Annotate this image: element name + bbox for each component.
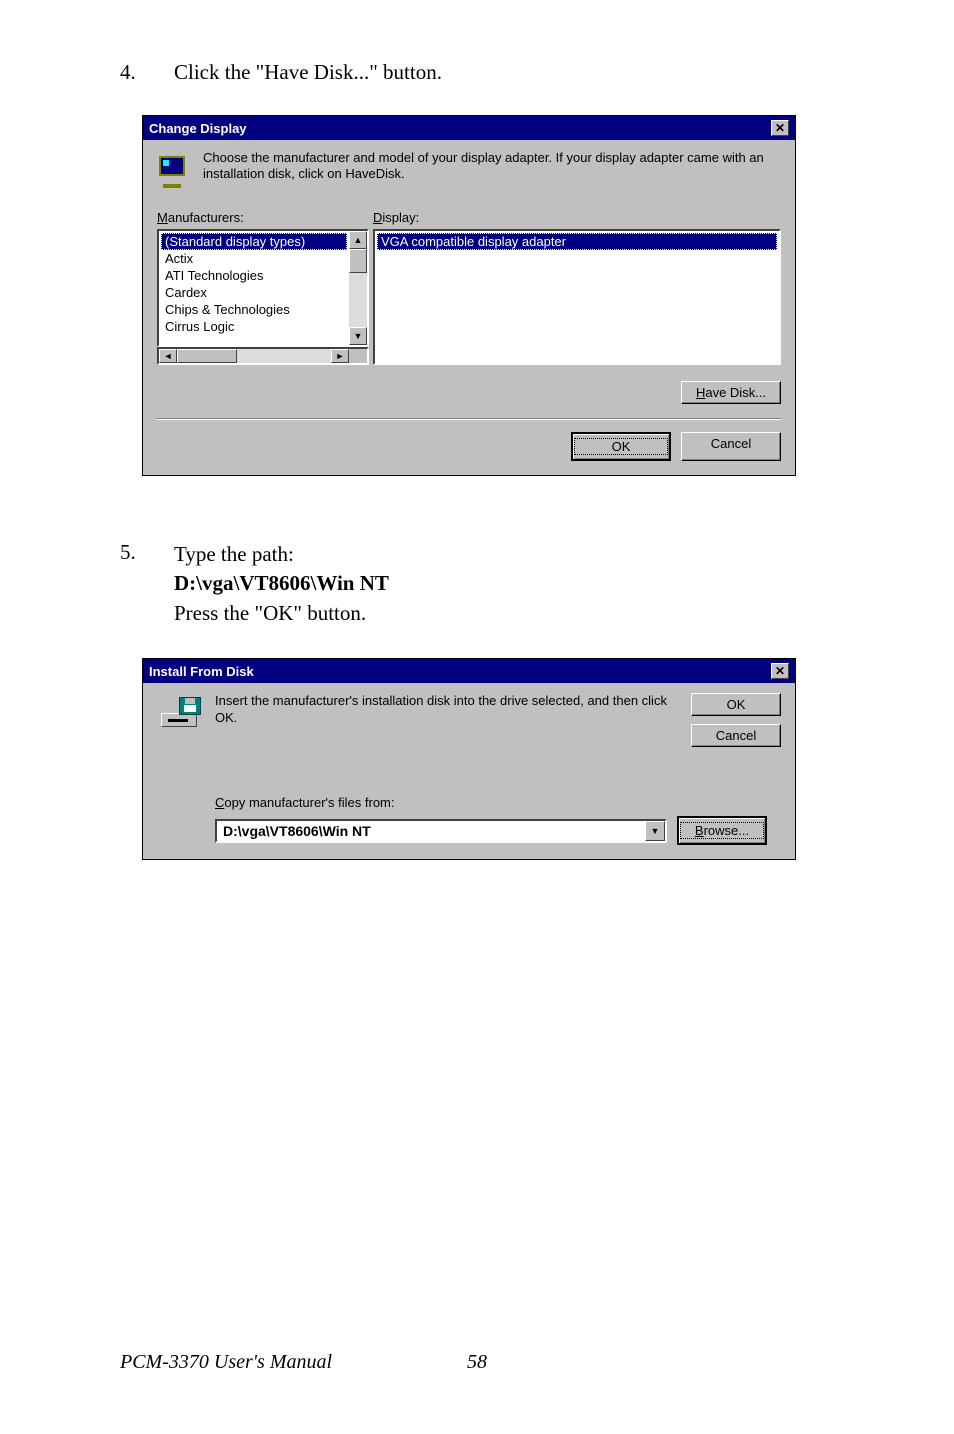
footer-page-number: 58 <box>467 1351 487 1374</box>
display-label: Display: <box>373 210 419 225</box>
ok-button[interactable]: OK <box>691 693 781 716</box>
ok-label: OK <box>573 437 669 456</box>
change-display-title: Change Display <box>149 121 247 136</box>
scroll-up-icon[interactable]: ▲ <box>349 231 367 249</box>
change-display-intro: Choose the manufacturer and model of you… <box>203 150 781 183</box>
manufacturers-label: Manufacturers: <box>157 210 373 225</box>
list-item[interactable]: Cirrus Logic <box>161 318 347 335</box>
scroll-down-icon[interactable]: ▼ <box>349 327 367 345</box>
floppy-disk-icon <box>161 697 201 727</box>
change-display-dialog: Change Display ✕ Choose the manufacturer… <box>142 115 796 476</box>
ok-button[interactable]: OK <box>571 432 671 461</box>
path-input[interactable] <box>217 821 645 841</box>
scroll-right-icon[interactable]: ► <box>331 349 349 363</box>
path-combobox[interactable]: ▼ <box>215 819 667 843</box>
step-4-number: 4. <box>120 60 138 85</box>
manufacturers-listbox[interactable]: (Standard display types) Actix ATI Techn… <box>157 229 369 365</box>
list-item[interactable]: (Standard display types) <box>161 233 347 250</box>
list-item[interactable]: Cardex <box>161 284 347 301</box>
list-item[interactable]: Actix <box>161 250 347 267</box>
scroll-left-icon[interactable]: ◄ <box>159 349 177 363</box>
step-4: 4. Click the "Have Disk..." button. <box>120 60 834 85</box>
list-item[interactable]: VGA compatible display adapter <box>377 233 777 250</box>
install-from-disk-intro: Insert the manufacturer's installation d… <box>215 693 677 727</box>
page-footer: PCM-3370 User's Manual 58 <box>120 1351 834 1374</box>
cancel-button[interactable]: Cancel <box>681 432 781 461</box>
ok-label: OK <box>727 697 746 712</box>
display-listbox[interactable]: VGA compatible display adapter <box>373 229 781 365</box>
cancel-label: Cancel <box>716 728 756 743</box>
step-5: 5. Type the path: D:\vga\VT8606\Win NT P… <box>120 540 834 628</box>
vertical-scrollbar[interactable]: ▲ ▼ <box>349 231 367 345</box>
install-from-disk-titlebar: Install From Disk ✕ <box>143 659 795 683</box>
list-item[interactable]: Chips & Technologies <box>161 301 347 318</box>
install-from-disk-dialog: Install From Disk ✕ Insert the manufactu… <box>142 658 796 860</box>
browse-button[interactable]: Browse... <box>677 816 767 845</box>
install-from-disk-title: Install From Disk <box>149 664 254 679</box>
have-disk-label: ave Disk... <box>705 385 766 400</box>
step-5-line1: Type the path: <box>174 542 294 566</box>
cancel-button[interactable]: Cancel <box>691 724 781 747</box>
monitor-icon <box>157 154 193 188</box>
cancel-label: Cancel <box>711 436 751 451</box>
chevron-down-icon[interactable]: ▼ <box>645 821 665 841</box>
list-item[interactable]: ATI Technologies <box>161 267 347 284</box>
change-display-titlebar: Change Display ✕ <box>143 116 795 140</box>
step-5-line2: D:\vga\VT8606\Win NT <box>174 571 389 595</box>
have-disk-button[interactable]: Have Disk... <box>681 381 781 404</box>
horizontal-scrollbar[interactable]: ◄ ► <box>157 347 369 365</box>
close-icon[interactable]: ✕ <box>771 663 789 679</box>
step-5-line3: Press the "OK" button. <box>174 601 366 625</box>
step-4-text: Click the "Have Disk..." button. <box>174 60 442 85</box>
copy-from-label: Copy manufacturer's files from: <box>215 795 767 810</box>
close-icon[interactable]: ✕ <box>771 120 789 136</box>
step-5-number: 5. <box>120 540 138 628</box>
